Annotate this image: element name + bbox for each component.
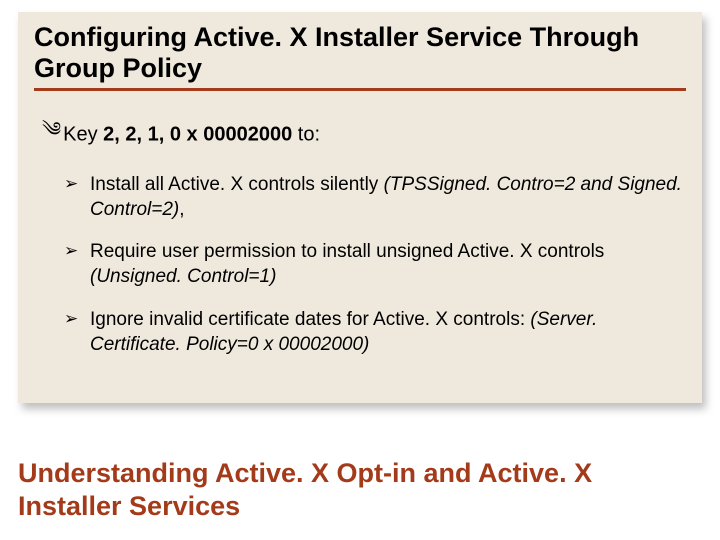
slide-title: Configuring Active. X Installer Service … bbox=[34, 22, 686, 91]
footer-title: Understanding Active. X Opt-in and Activ… bbox=[18, 457, 702, 522]
key-label: Key bbox=[63, 123, 103, 145]
list-item: Ignore invalid certificate dates for Act… bbox=[64, 308, 686, 357]
item-trail: , bbox=[179, 199, 184, 220]
bullet-list: Install all Active. X controls silently … bbox=[34, 173, 686, 357]
key-value: 2, 2, 1, 0 x 00002000 bbox=[103, 123, 292, 145]
list-item: Require user permission to install unsig… bbox=[64, 240, 686, 289]
item-italic: (Unsigned. Control=1) bbox=[90, 266, 276, 287]
slide: Configuring Active. X Installer Service … bbox=[0, 0, 720, 540]
content-box: Configuring Active. X Installer Service … bbox=[18, 12, 702, 403]
item-text: Ignore invalid certificate dates for Act… bbox=[90, 309, 530, 330]
key-suffix: to: bbox=[292, 123, 320, 145]
key-line: ༄Key 2, 2, 1, 0 x 00002000 to: bbox=[42, 107, 686, 163]
list-item: Install all Active. X controls silently … bbox=[64, 173, 686, 222]
item-text: Install all Active. X controls silently bbox=[90, 174, 384, 195]
bullet-curly-icon: ༄ bbox=[42, 107, 61, 163]
item-text: Require user permission to install unsig… bbox=[90, 241, 604, 262]
